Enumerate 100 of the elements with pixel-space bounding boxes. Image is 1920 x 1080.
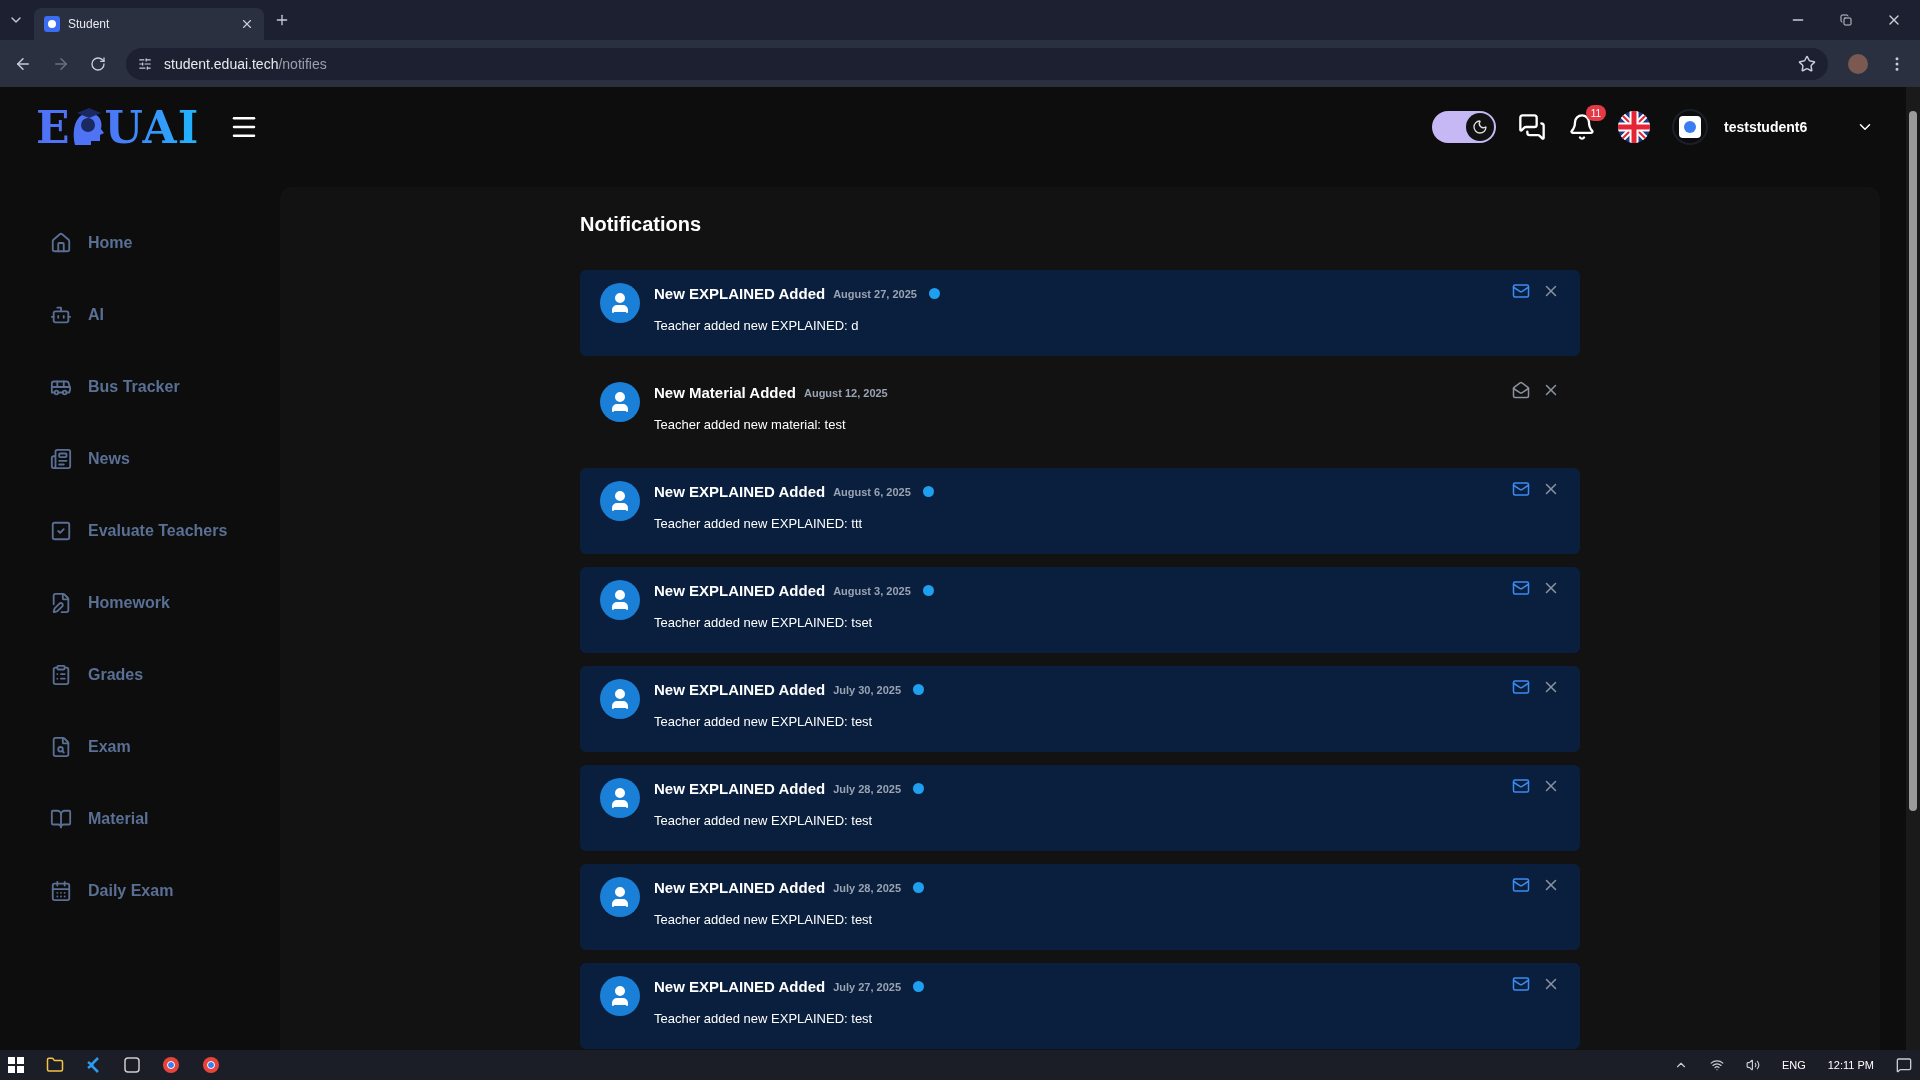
- open-mail-icon[interactable]: [1512, 381, 1530, 399]
- mark-read-mail-icon[interactable]: [1512, 480, 1530, 498]
- nav-icon: [50, 880, 72, 902]
- notification-count-badge: 11: [1586, 105, 1606, 121]
- notification-card[interactable]: New EXPLAINED Added July 28, 2025 Teacher added new EXPLAINED: test: [580, 765, 1580, 851]
- notification-date: July 27, 2025: [833, 980, 902, 993]
- nav-icon: [50, 232, 72, 254]
- notification-date: August 27, 2025: [833, 287, 917, 300]
- sidebar-item[interactable]: Homework: [0, 567, 260, 639]
- mark-read-mail-icon[interactable]: [1512, 777, 1530, 795]
- sidebar-item[interactable]: News: [0, 423, 260, 495]
- notification-date: July 28, 2025: [833, 881, 902, 894]
- nav-icon: [50, 664, 72, 686]
- notification-text: Teacher added new EXPLAINED: test: [654, 714, 874, 729]
- user-avatar-icon: [600, 481, 640, 521]
- site-favicon-icon: [44, 16, 60, 32]
- notification-title: New EXPLAINED Added: [654, 285, 826, 302]
- sidebar-item[interactable]: Exam: [0, 711, 260, 783]
- app-icon[interactable]: [124, 1057, 140, 1073]
- notification-text: Teacher added new EXPLAINED: d: [654, 318, 860, 333]
- notification-text: Teacher added new EXPLAINED: test: [654, 1011, 874, 1026]
- nav-icon: [50, 592, 72, 614]
- uk-flag-icon[interactable]: [1618, 111, 1650, 143]
- browser-tab[interactable]: Student: [34, 8, 264, 40]
- user-avatar[interactable]: [1672, 109, 1708, 145]
- notification-title: New EXPLAINED Added: [654, 483, 826, 500]
- unread-dot: [922, 486, 934, 497]
- unread-dot: [928, 288, 940, 299]
- mark-read-mail-icon[interactable]: [1512, 678, 1530, 696]
- bookmark-star-icon[interactable]: [1798, 54, 1816, 73]
- moon-icon: [1466, 113, 1494, 141]
- notification-card[interactable]: New EXPLAINED Added August 27, 2025 Teacher added new EXPLAINED: d: [580, 270, 1580, 356]
- browser-icon[interactable]: [162, 1056, 180, 1074]
- unread-dot: [922, 585, 934, 596]
- nav-icon: [50, 304, 72, 326]
- unread-dot: [913, 981, 925, 992]
- nav-icon: [50, 808, 72, 830]
- mark-read-mail-icon[interactable]: [1512, 876, 1530, 894]
- nav-icon: [50, 520, 72, 542]
- reload-icon[interactable]: [90, 55, 106, 72]
- url-text: student.eduai.tech/notifies: [164, 55, 327, 72]
- username[interactable]: teststudent6: [1724, 119, 1834, 135]
- notification-text: Teacher added new EXPLAINED: tset: [654, 615, 874, 630]
- volume-icon[interactable]: [1745, 1058, 1760, 1072]
- sidebar-item[interactable]: AI: [0, 279, 260, 351]
- notification-title: New EXPLAINED Added: [654, 978, 826, 995]
- notification-date: August 12, 2025: [804, 386, 888, 399]
- user-avatar-icon: [600, 382, 640, 422]
- mark-read-mail-icon[interactable]: [1512, 975, 1530, 993]
- unread-dot: [913, 783, 925, 794]
- notification-card[interactable]: New EXPLAINED Added July 27, 2025 Teacher added new EXPLAINED: test: [580, 963, 1580, 1049]
- notification-date: July 30, 2025: [833, 683, 902, 696]
- folder-icon[interactable]: [46, 1056, 64, 1074]
- notification-card[interactable]: New Material Added August 12, 2025 Teacher added new material: test: [580, 369, 1580, 455]
- mark-read-mail-icon[interactable]: [1512, 282, 1530, 300]
- notification-title: New EXPLAINED Added: [654, 582, 826, 599]
- sidebar-item[interactable]: Material: [0, 783, 260, 855]
- chat-icon[interactable]: [1518, 113, 1546, 141]
- notification-text: Teacher added new material: test: [654, 417, 847, 432]
- notification-text: Teacher added new EXPLAINED: test: [654, 912, 874, 927]
- theme-toggle[interactable]: [1432, 111, 1496, 143]
- notification-card[interactable]: New EXPLAINED Added August 3, 2025 Teacher added new EXPLAINED: tset: [580, 567, 1580, 653]
- notification-date: August 6, 2025: [833, 485, 911, 498]
- mark-read-mail-icon[interactable]: [1512, 579, 1530, 597]
- notification-title: New EXPLAINED Added: [654, 681, 826, 698]
- notification-text: Teacher added new EXPLAINED: test: [654, 813, 874, 828]
- sidebar-item[interactable]: Grades: [0, 639, 260, 711]
- notification-card[interactable]: New EXPLAINED Added August 6, 2025 Teacher added new EXPLAINED: ttt: [580, 468, 1580, 554]
- new-tab-icon[interactable]: [274, 12, 290, 28]
- clock-time[interactable]: 12:11 PM: [1827, 1059, 1874, 1071]
- notification-date: August 3, 2025: [833, 584, 911, 597]
- language-indicator[interactable]: ENG: [1781, 1059, 1806, 1071]
- restore-icon[interactable]: [1840, 14, 1852, 26]
- user-avatar-icon: [600, 778, 640, 818]
- address-bar[interactable]: student.eduai.tech/notifies: [126, 47, 1828, 80]
- notification-card[interactable]: New EXPLAINED Added July 30, 2025 Teacher added new EXPLAINED: test: [580, 666, 1580, 752]
- nav-icon: [50, 448, 72, 470]
- site-info-icon[interactable]: [138, 56, 152, 71]
- windows-start-icon[interactable]: [8, 1057, 24, 1073]
- notification-text: Teacher added new EXPLAINED: ttt: [654, 516, 864, 531]
- close-tab-icon[interactable]: [240, 17, 254, 31]
- notification-card[interactable]: New EXPLAINED Added July 28, 2025 Teacher added new EXPLAINED: test: [580, 864, 1580, 950]
- page-title: Notifications: [580, 213, 703, 236]
- sidebar-item[interactable]: Evaluate Teachers: [0, 495, 260, 567]
- browser-icon[interactable]: [202, 1056, 220, 1074]
- scrollbar[interactable]: [1906, 87, 1920, 1050]
- wifi-icon[interactable]: [1709, 1058, 1724, 1072]
- sidebar-item[interactable]: Bus Tracker: [0, 351, 260, 423]
- notification-title: New EXPLAINED Added: [654, 780, 826, 797]
- user-avatar-icon: [600, 976, 640, 1016]
- unread-dot: [913, 684, 925, 695]
- unread-dot: [913, 882, 925, 893]
- user-avatar-icon: [600, 283, 640, 323]
- sidebar-item[interactable]: Home: [0, 207, 260, 279]
- notification-center-icon[interactable]: [1896, 1057, 1912, 1073]
- user-avatar-icon: [600, 877, 640, 917]
- notification-date: July 28, 2025: [833, 782, 902, 795]
- nav-icon: [50, 736, 72, 758]
- user-avatar-icon: [600, 679, 640, 719]
- sidebar-item[interactable]: Daily Exam: [0, 855, 260, 927]
